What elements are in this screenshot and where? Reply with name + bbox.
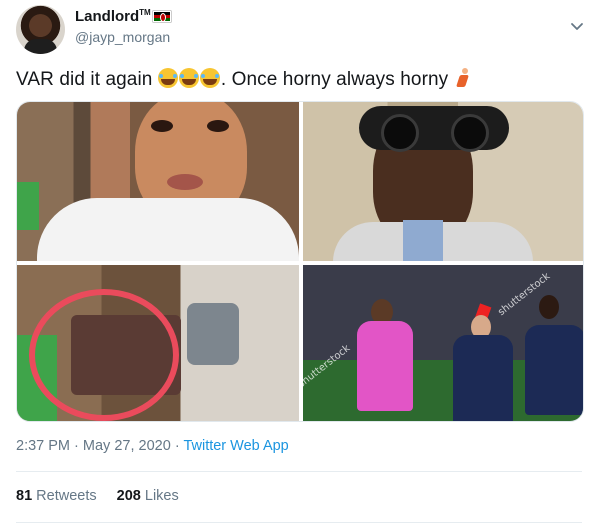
kenya-flag-icon (152, 11, 171, 22)
photo-man-binoculars[interactable] (303, 102, 583, 261)
likes-stat[interactable]: 208 Likes (117, 488, 179, 504)
retweets-label: Retweets (36, 488, 97, 504)
avatar-shirt (24, 39, 57, 54)
watermark: shutterstock (303, 342, 353, 391)
separator: · (74, 438, 79, 454)
player (453, 335, 513, 421)
tweet-time[interactable]: 2:37 PM (16, 438, 70, 454)
photo-woman-selfie[interactable] (17, 102, 299, 261)
laughing-emoji-icon (199, 68, 220, 88)
tweet-stats: 81 Retweets 208 Likes (16, 488, 179, 504)
retweets-stat[interactable]: 81 Retweets (16, 488, 97, 504)
runner-emoji-icon (454, 68, 472, 88)
likes-count: 208 (116, 488, 141, 504)
tweet-source-link[interactable]: Twitter Web App (183, 438, 288, 454)
eye (151, 120, 173, 132)
separator: · (174, 438, 180, 454)
referee (357, 321, 413, 411)
user-handle[interactable]: @jayp_morgan (75, 29, 170, 45)
tweet-card: LandlordTM @jayp_morgan VAR did it again… (0, 0, 597, 525)
photo-wardrobe-circled[interactable] (17, 265, 299, 421)
lips (167, 174, 203, 190)
trademark-text: TM (139, 8, 151, 17)
laughing-emoji-icon (178, 68, 199, 88)
player (525, 325, 583, 415)
player-head (539, 295, 559, 319)
tweet-date[interactable]: May 27, 2020 (83, 438, 171, 454)
likes-label: Likes (144, 488, 179, 504)
collar (403, 220, 443, 261)
photo-referee[interactable]: shutterstock shutterstock (303, 265, 583, 421)
grey-clothes (187, 303, 239, 365)
tweet-text: VAR did it again . Once horny always hor… (16, 68, 472, 91)
laughing-emoji-icon (157, 68, 178, 88)
avatar[interactable] (16, 5, 65, 54)
eye (207, 120, 229, 132)
green-basket (17, 182, 39, 230)
retweets-count: 81 (16, 488, 33, 504)
divider (16, 471, 582, 472)
user-display-name[interactable]: LandlordTM (75, 8, 171, 25)
chevron-down-icon[interactable] (569, 18, 585, 34)
divider (16, 522, 582, 523)
tweet-timestamp: 2:37 PM · May 27, 2020 · Twitter Web App (16, 438, 289, 454)
tweet-text-main: VAR did it again (16, 69, 153, 90)
white-shirt (37, 198, 299, 261)
binocular-lens (451, 114, 489, 152)
display-name-text: Landlord (75, 8, 140, 25)
red-annotation-circle (29, 289, 179, 421)
media-grid: shutterstock shutterstock (16, 101, 584, 422)
binocular-lens (381, 114, 419, 152)
tweet-text-after: . Once horny always horny (220, 69, 449, 90)
